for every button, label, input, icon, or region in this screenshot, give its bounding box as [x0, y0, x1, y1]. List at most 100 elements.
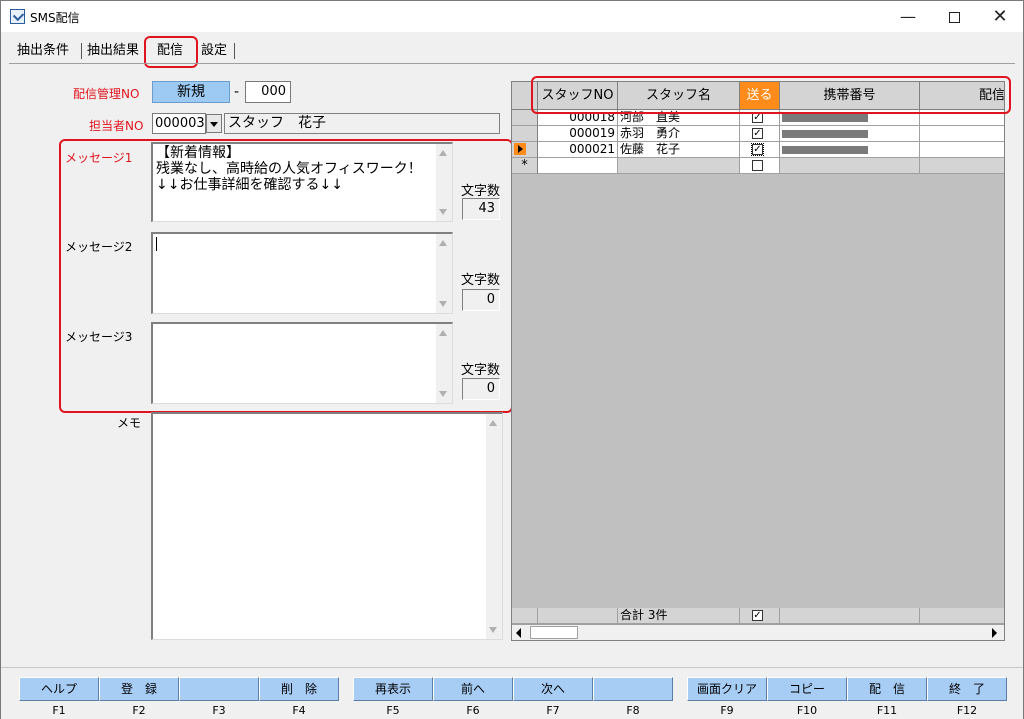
total-send-cell: ✓ [740, 608, 780, 624]
total-row-selector [512, 608, 538, 624]
message3-textarea[interactable] [151, 322, 453, 404]
message1-scrollbar[interactable] [436, 144, 452, 221]
scroll-down-icon [439, 391, 447, 397]
cell-staff-no[interactable]: 000019 [538, 126, 618, 142]
tab-divider [9, 63, 1015, 64]
cell-staff-name[interactable]: 赤羽 勇介 [618, 126, 740, 142]
memo-label: メモ [117, 416, 142, 430]
scroll-up-icon [439, 240, 447, 246]
register-button[interactable]: 登 録 [99, 677, 179, 701]
cell-mobile[interactable] [780, 126, 920, 142]
cell-send[interactable]: ✓ [740, 126, 780, 142]
tab-settings[interactable]: 設定 [201, 41, 227, 61]
message1-count-label: 文字数 [461, 184, 501, 199]
send-checkbox[interactable] [752, 160, 763, 171]
scroll-up-icon [439, 150, 447, 156]
scroll-down-icon [439, 301, 447, 307]
masked-phone [782, 130, 868, 138]
grid-hscrollbar[interactable] [512, 624, 1004, 640]
scroll-right-icon[interactable] [992, 628, 997, 638]
close-button[interactable]: ✕ [977, 1, 1023, 32]
message2-scrollbar[interactable] [436, 234, 452, 313]
message1-text: 【新着情報】 残業なし、高時給の人気オフィスワーク！ ↓↓お仕事詳細を確認する↓… [156, 145, 422, 193]
cell-staff-name[interactable]: 佐藤 花子 [618, 142, 740, 158]
mgmt-dash: - [234, 84, 240, 100]
f10-key-label: F10 [796, 704, 818, 717]
f8-key-label: F8 [626, 704, 640, 717]
tab-separator [81, 43, 82, 59]
f12-key-label: F12 [956, 704, 978, 717]
message3-count-label: 文字数 [461, 363, 501, 378]
app-icon [10, 9, 25, 24]
staff-dropdown-button[interactable] [206, 114, 222, 133]
current-row-icon [514, 143, 526, 155]
total-cell [920, 608, 1004, 624]
tab-extract-conditions[interactable]: 抽出条件 [17, 41, 69, 61]
exit-button[interactable]: 終 了 [927, 677, 1007, 701]
cell-mobile[interactable] [780, 142, 920, 158]
mgmt-no-field[interactable]: 新規 [152, 81, 230, 103]
memo-scrollbar[interactable] [486, 414, 502, 639]
staff-grid: スタッフNO スタッフ名 送る 携帯番号 配信 000018 河部 直美 ✓ 0… [511, 81, 1005, 641]
f6-key-label: F6 [466, 704, 480, 717]
title-bar: SMS配信 — ✕ [1, 1, 1023, 32]
message1-label: メッセージ1 [65, 151, 133, 165]
new-cell-mobile[interactable] [780, 158, 920, 174]
f5-key-label: F5 [386, 704, 400, 717]
highlight-grid-header [531, 76, 1011, 114]
message2-label: メッセージ2 [65, 240, 133, 254]
scroll-down-icon [439, 209, 447, 215]
send-checkbox[interactable]: ✓ [751, 143, 764, 156]
app-window: SMS配信 — ✕ 抽出条件 抽出結果 配信 設定 配信管理NO 新規 - 00… [0, 0, 1024, 719]
copy-button[interactable]: コピー [767, 677, 847, 701]
cell-staff-no[interactable]: 000021 [538, 142, 618, 158]
row-selector[interactable] [512, 126, 538, 142]
f8-button[interactable] [593, 677, 673, 701]
new-cell-staff-name[interactable] [618, 158, 740, 174]
mgmt-no-label: 配信管理NO [73, 87, 140, 101]
send-checkbox[interactable]: ✓ [752, 128, 763, 139]
window-title: SMS配信 [30, 11, 80, 25]
message1-count: 43 [462, 198, 500, 220]
total-cell [538, 608, 618, 624]
cell-delivery[interactable] [920, 126, 1004, 142]
scroll-left-icon[interactable] [516, 628, 521, 638]
clear-screen-button[interactable]: 画面クリア [687, 677, 767, 701]
staff-no-select[interactable]: 000003 [152, 113, 206, 134]
refresh-button[interactable]: 再表示 [353, 677, 433, 701]
cell-delivery[interactable] [920, 142, 1004, 158]
mgmt-seq-field[interactable]: 000 [245, 81, 291, 103]
deliver-button[interactable]: 配 信 [847, 677, 927, 701]
message1-textarea[interactable]: 【新着情報】 残業なし、高時給の人気オフィスワーク！ ↓↓お仕事詳細を確認する↓… [151, 142, 453, 222]
maximize-button[interactable] [931, 1, 977, 32]
message2-count-label: 文字数 [461, 273, 501, 288]
tab-separator [234, 43, 235, 59]
staff-no-label: 担当者NO [89, 119, 144, 133]
text-cursor [156, 237, 157, 251]
send-all-checkbox[interactable]: ✓ [752, 610, 763, 621]
chevron-down-icon [210, 122, 218, 127]
masked-phone [782, 114, 868, 122]
f7-key-label: F7 [546, 704, 560, 717]
next-button[interactable]: 次へ [513, 677, 593, 701]
new-cell-send[interactable] [740, 158, 780, 174]
cell-send[interactable]: ✓ [740, 142, 780, 158]
message2-textarea[interactable] [151, 232, 453, 314]
f1-key-label: F1 [52, 704, 66, 717]
memo-textarea[interactable] [151, 412, 503, 640]
scroll-thumb[interactable] [530, 626, 578, 639]
tab-extract-results[interactable]: 抽出結果 [87, 41, 139, 61]
message3-scrollbar[interactable] [436, 324, 452, 403]
help-button[interactable]: ヘルプ [19, 677, 99, 701]
f3-button[interactable] [179, 677, 259, 701]
total-count: 合計 3件 [618, 608, 740, 624]
new-cell-delivery[interactable] [920, 158, 1004, 174]
new-cell-staff-no[interactable] [538, 158, 618, 174]
message3-label: メッセージ3 [65, 330, 133, 344]
row-selector-current[interactable] [512, 142, 538, 158]
previous-button[interactable]: 前へ [433, 677, 513, 701]
new-row-marker[interactable]: * [512, 158, 538, 174]
minimize-button[interactable]: — [885, 1, 931, 32]
delete-button[interactable]: 削 除 [259, 677, 339, 701]
f11-key-label: F11 [876, 704, 898, 717]
